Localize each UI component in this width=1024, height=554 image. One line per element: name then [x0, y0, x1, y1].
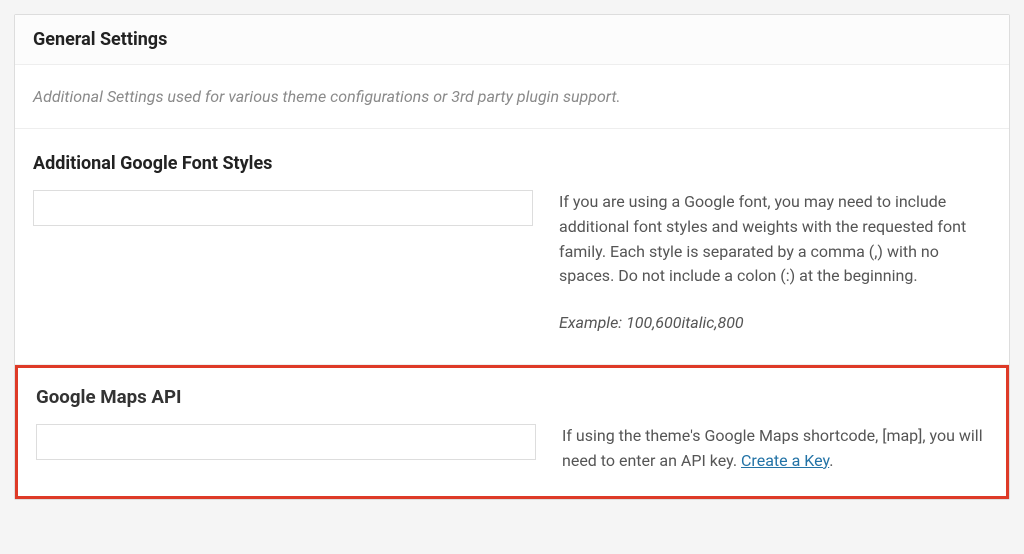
font-styles-help-text: If you are using a Google font, you may … [559, 190, 991, 289]
maps-highlight-box: Google Maps API If using the theme's Goo… [15, 365, 1009, 499]
maps-row: If using the theme's Google Maps shortco… [36, 424, 988, 474]
maps-section-wrap: Google Maps API If using the theme's Goo… [15, 365, 1009, 499]
maps-help-suffix: . [829, 451, 833, 470]
create-key-link[interactable]: Create a Key [741, 451, 829, 470]
maps-help: If using the theme's Google Maps shortco… [562, 424, 988, 474]
general-settings-panel: General Settings Additional Settings use… [14, 14, 1010, 500]
panel-header: General Settings [15, 15, 1009, 65]
font-styles-input-col [33, 190, 533, 226]
font-styles-heading: Additional Google Font Styles [33, 153, 991, 174]
font-styles-input[interactable] [33, 190, 533, 226]
example-label: Example: [559, 313, 622, 332]
font-styles-help: If you are using a Google font, you may … [559, 190, 991, 336]
panel-title: General Settings [33, 29, 991, 50]
maps-api-input[interactable] [36, 424, 536, 460]
font-styles-example: Example: 100,600italic,800 [559, 311, 991, 336]
example-value: 100,600italic,800 [626, 313, 744, 332]
maps-input-col [36, 424, 536, 460]
font-styles-section: Additional Google Font Styles If you are… [15, 129, 1009, 365]
font-styles-row: If you are using a Google font, you may … [33, 190, 991, 336]
panel-description: Additional Settings used for various the… [15, 65, 1009, 129]
maps-heading: Google Maps API [36, 386, 988, 408]
